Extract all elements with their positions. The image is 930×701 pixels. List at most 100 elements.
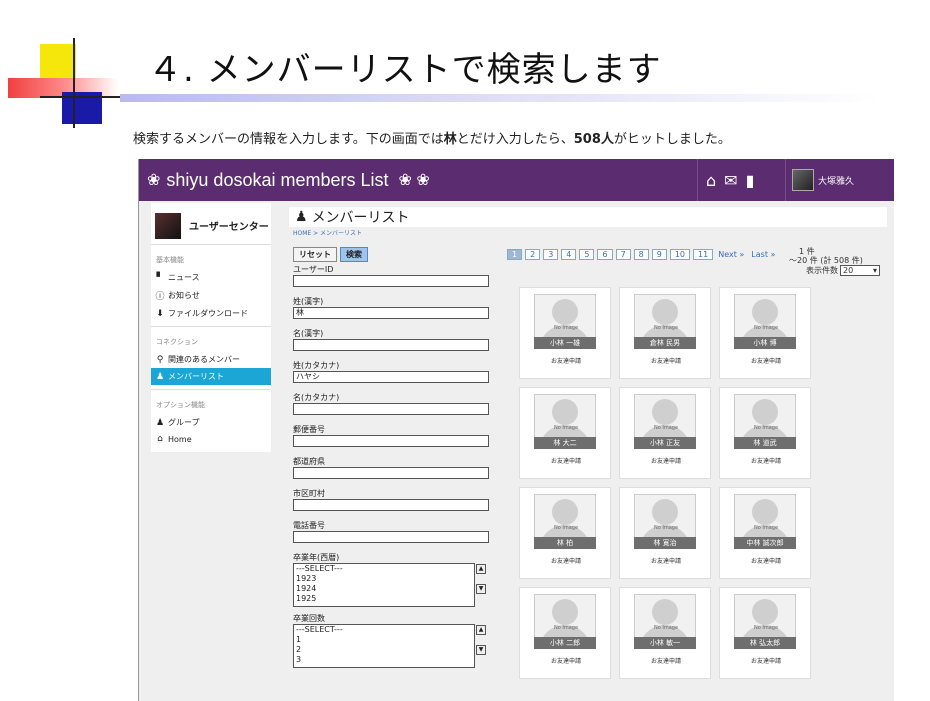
member-name[interactable]: 中林 誠次郎	[734, 537, 796, 549]
last-link[interactable]: Last »	[749, 250, 777, 259]
option[interactable]: ---SELECT---	[296, 564, 474, 574]
next-link[interactable]: Next »	[716, 250, 746, 259]
postal-code-input[interactable]	[293, 435, 489, 447]
last-name-kanji-input[interactable]: 林	[293, 307, 489, 319]
prefecture-input[interactable]	[293, 467, 489, 479]
user-menu[interactable]: 大塚雅久	[785, 159, 854, 201]
first-name-kana-input[interactable]	[293, 403, 489, 415]
friend-request-link[interactable]: お友達申請	[520, 456, 612, 465]
member-card[interactable]: No Image 小林 敏一 お友達申請	[619, 587, 711, 679]
member-card[interactable]: No Image 小林 二郎 お友達申請	[519, 587, 611, 679]
user-center-label: ユーザーセンター	[189, 222, 269, 233]
page-link[interactable]: 3	[543, 249, 559, 260]
scroll-up-icon[interactable]: ▲	[476, 564, 486, 574]
scroll-up-icon[interactable]: ▲	[476, 625, 486, 635]
friend-request-link[interactable]: お友達申請	[720, 656, 812, 665]
member-name[interactable]: 小林 敏一	[634, 637, 696, 649]
friend-request-link[interactable]: お友達申請	[520, 356, 612, 365]
member-card[interactable]: No Image 小林 正友 お友達申請	[619, 387, 711, 479]
city-input[interactable]	[293, 499, 489, 511]
page-link[interactable]: 5	[579, 249, 595, 260]
member-card[interactable]: No Image 林 柏お友達申請	[519, 487, 611, 579]
friend-request-link[interactable]: お友達申請	[620, 456, 712, 465]
option[interactable]: 1	[296, 635, 474, 645]
first-name-kanji-input[interactable]	[293, 339, 489, 351]
breadcrumb[interactable]: HOME > メンバーリスト	[293, 228, 362, 237]
search-button[interactable]: 検索	[340, 247, 368, 262]
sidebar-item-member-list[interactable]: ♟ メンバーリスト	[151, 368, 271, 385]
member-card[interactable]: No Image 林 弘太郎 お友達申請	[719, 587, 811, 679]
member-card[interactable]: No Image 倉林 民男 お友達申請	[619, 287, 711, 379]
member-card[interactable]: No Image 林 大二 お友達申請	[519, 387, 611, 479]
friend-request-link[interactable]: お友達申請	[720, 356, 812, 365]
option[interactable]: 2	[296, 645, 474, 655]
friend-request-link[interactable]: お友達申請	[620, 356, 712, 365]
member-name[interactable]: 小林 正友	[634, 437, 696, 449]
person-icon: ♟	[155, 371, 165, 382]
member-card[interactable]: No Image 林 寛治 お友達申請	[619, 487, 711, 579]
member-name[interactable]: 小林 博	[734, 337, 796, 349]
member-card[interactable]: No Image 中林 誠次郎お友達申請	[719, 487, 811, 579]
no-image-label: No Image	[753, 525, 779, 531]
mail-icon[interactable]: ✉	[724, 171, 737, 190]
page-link[interactable]: 1	[507, 249, 523, 260]
count-line: 1 件	[799, 247, 815, 256]
home-icon[interactable]: ⌂	[706, 171, 716, 190]
option[interactable]: ---SELECT---	[296, 625, 474, 635]
user-id-input[interactable]	[293, 275, 489, 287]
member-name[interactable]: 小林 一雄	[534, 337, 596, 349]
brand[interactable]: ❀ shiyu dosokai members List ❀ ❀	[139, 170, 430, 191]
friend-request-link[interactable]: お友達申請	[620, 556, 712, 565]
option[interactable]: 3	[296, 655, 474, 665]
sidebar-item-group[interactable]: ♟ グループ	[151, 414, 271, 431]
member-card[interactable]: No Image 林 道武 お友達申請	[719, 387, 811, 479]
member-name[interactable]: 倉林 民男	[634, 337, 696, 349]
member-name[interactable]: 林 寛治	[634, 537, 696, 549]
page-link[interactable]: 10	[669, 249, 691, 260]
grad-year-listbox[interactable]: ---SELECT--- 1923 1924 1925 ▲ ▼	[293, 563, 486, 607]
page-link[interactable]: 8	[633, 249, 649, 260]
phone-input[interactable]	[293, 531, 489, 543]
scrollbar[interactable]: ▲ ▼	[476, 564, 488, 608]
page-link[interactable]: 4	[561, 249, 577, 260]
page-link[interactable]: 2	[525, 249, 541, 260]
pagination: 1 2 3 4 5 6 7 8 9 10 11 Next » Last »	[507, 249, 777, 260]
head-shape	[552, 599, 578, 625]
option[interactable]: 1925	[296, 594, 474, 604]
member-card[interactable]: No Image 小林 一雄 お友達申請	[519, 287, 611, 379]
page-edge	[894, 159, 896, 701]
head-shape	[752, 499, 778, 525]
friend-request-link[interactable]: お友達申請	[720, 456, 812, 465]
scrollbar[interactable]: ▲ ▼	[476, 625, 488, 669]
option[interactable]: 1923	[296, 574, 474, 584]
friend-request-link[interactable]: お友達申請	[720, 556, 812, 565]
page-link[interactable]: 7	[615, 249, 631, 260]
member-name[interactable]: 林 大二	[534, 437, 596, 449]
option[interactable]: 1924	[296, 584, 474, 594]
scroll-down-icon[interactable]: ▼	[476, 645, 486, 655]
page-link[interactable]: 6	[597, 249, 613, 260]
page-link[interactable]: 11	[693, 249, 714, 260]
alert-icon[interactable]: ▮	[746, 171, 755, 190]
member-name[interactable]: 林 弘太郎	[734, 637, 796, 649]
grad-class-listbox[interactable]: ---SELECT--- 1 2 3 ▲ ▼	[293, 624, 486, 668]
sidebar-item-download[interactable]: ⬇ ファイルダウンロード	[151, 305, 271, 322]
per-page-select[interactable]: 20 ▾	[840, 265, 880, 276]
sidebar-item-related-members[interactable]: ⚲ 関連のあるメンバー	[151, 351, 271, 368]
sidebar-item-home[interactable]: ⌂ Home	[151, 431, 271, 452]
sidebar-item-notice[interactable]: ⓘ お知らせ	[151, 286, 271, 305]
field-label: 郵便番号	[293, 425, 325, 434]
reset-button[interactable]: リセット	[293, 247, 337, 262]
member-name[interactable]: 林 柏	[534, 537, 596, 549]
user-center[interactable]: ユーザーセンター	[151, 207, 271, 245]
friend-request-link[interactable]: お友達申請	[520, 556, 612, 565]
member-card[interactable]: No Image 小林 博お友達申請	[719, 287, 811, 379]
friend-request-link[interactable]: お友達申請	[620, 656, 712, 665]
friend-request-link[interactable]: お友達申請	[520, 656, 612, 665]
member-name[interactable]: 林 道武	[734, 437, 796, 449]
scroll-down-icon[interactable]: ▼	[476, 584, 486, 594]
member-name[interactable]: 小林 二郎	[534, 637, 596, 649]
last-name-kana-input[interactable]: ハヤシ	[293, 371, 489, 383]
sidebar-item-news[interactable]: ▘ ニュース	[151, 269, 271, 286]
page-link[interactable]: 9	[651, 249, 667, 260]
